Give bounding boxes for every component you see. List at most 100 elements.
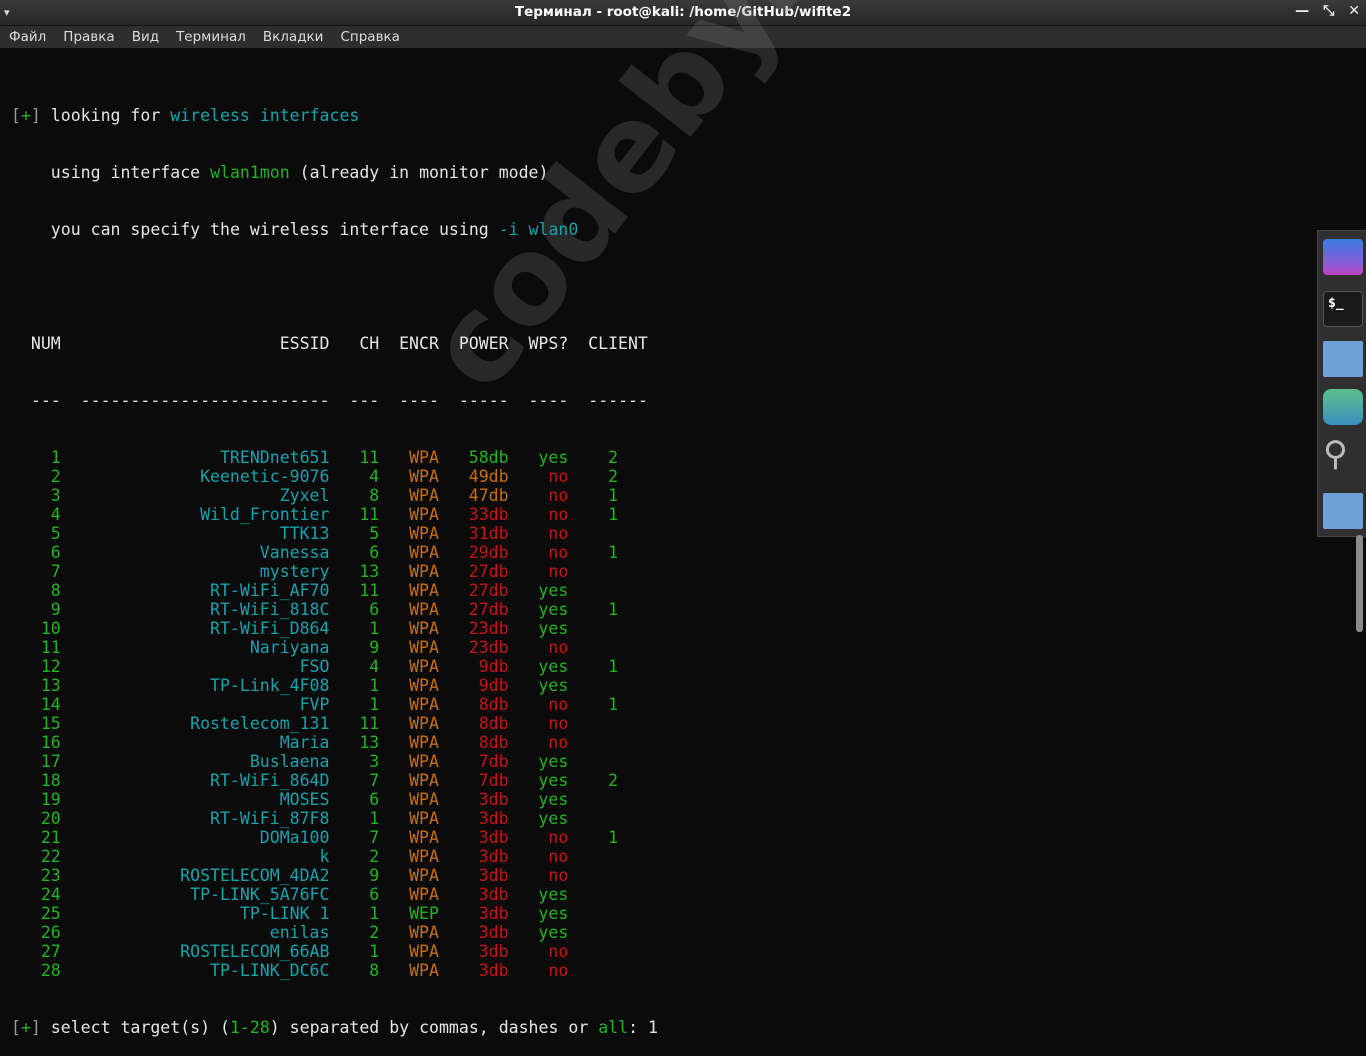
power: 23db [468, 638, 509, 657]
essid: RT-WiFi_D864 [210, 619, 330, 638]
row-num: 12 [40, 657, 61, 676]
channel: 11 [359, 581, 380, 600]
power: 7db [478, 771, 509, 790]
power: 29db [468, 543, 509, 562]
row-num: 14 [40, 695, 61, 714]
wps: no [548, 524, 569, 543]
encryption: WPA [409, 828, 439, 847]
power: 3db [478, 828, 509, 847]
row-num: 11 [40, 638, 61, 657]
client-count: 1 [608, 657, 619, 676]
output-line: you can specify the wireless interface u… [11, 220, 579, 239]
channel: 1 [369, 676, 380, 695]
power: 58db [468, 448, 509, 467]
encryption: WPA [409, 638, 439, 657]
table-row: 14 FVP 1 WPA 8db no 1 [11, 695, 658, 714]
encryption: WPA [409, 581, 439, 600]
client-count: 2 [608, 467, 619, 486]
folder-icon[interactable] [1323, 341, 1363, 377]
encryption: WPA [409, 790, 439, 809]
encryption: WPA [409, 809, 439, 828]
client-count: 2 [608, 448, 619, 467]
table-row: 19 MOSES 6 WPA 3db yes [11, 790, 658, 809]
table-row: 26 enilas 2 WPA 3db yes [11, 923, 658, 942]
essid: Keenetic-9076 [200, 467, 330, 486]
table-row: 12 FSO 4 WPA 9db yes 1 [11, 657, 658, 676]
table-row: 24 TP-LINK_5A76FC 6 WPA 3db yes [11, 885, 658, 904]
essid: enilas [269, 923, 330, 942]
channel: 9 [369, 866, 380, 885]
browser-compass-icon[interactable] [1323, 389, 1363, 425]
header-essid: ESSID [279, 334, 330, 353]
row-num: 9 [50, 600, 61, 619]
power: 8db [478, 714, 509, 733]
menu-tabs[interactable]: Вкладки [254, 26, 332, 48]
minimize-icon[interactable]: — [1295, 3, 1309, 19]
row-num: 22 [40, 847, 61, 866]
encryption: WPA [409, 961, 439, 980]
essid: ROSTELECOM_66AB [180, 942, 330, 961]
row-num: 21 [40, 828, 61, 847]
row-num: 15 [40, 714, 61, 733]
row-num: 13 [40, 676, 61, 695]
menu-terminal[interactable]: Терминал [167, 26, 254, 48]
encryption: WPA [409, 847, 439, 866]
header-client: CLIENT [588, 334, 648, 353]
client-count: 1 [608, 600, 619, 619]
channel: 6 [369, 543, 380, 562]
prompt-input[interactable]: 1 [648, 1018, 658, 1037]
channel: 5 [369, 524, 380, 543]
table-row: 17 Buslaena 3 WPA 7db yes [11, 752, 658, 771]
channel: 9 [369, 638, 380, 657]
encryption: WPA [409, 942, 439, 961]
encryption: WPA [409, 524, 439, 543]
row-num: 1 [50, 448, 61, 467]
power: 3db [478, 961, 509, 980]
row-num: 19 [40, 790, 61, 809]
terminal-icon[interactable]: $_ [1323, 291, 1363, 327]
menu-file[interactable]: Файл [0, 26, 54, 48]
wps: yes [538, 448, 569, 467]
scrollbar[interactable] [1356, 535, 1363, 632]
encryption: WPA [409, 676, 439, 695]
essid: Nariyana [249, 638, 330, 657]
essid: MOSES [279, 790, 330, 809]
wps: no [548, 486, 569, 505]
desktop-icon[interactable] [1323, 239, 1363, 275]
table-row: 13 TP-Link_4F08 1 WPA 9db yes [11, 676, 658, 695]
close-icon[interactable]: ✕ [1348, 3, 1360, 19]
wps: no [548, 961, 569, 980]
power: 3db [478, 866, 509, 885]
terminal-output[interactable]: [+] looking for wireless interfaces usin… [11, 68, 658, 1056]
power: 27db [468, 562, 509, 581]
power: 33db [468, 505, 509, 524]
client-count: 2 [608, 771, 619, 790]
channel: 4 [369, 467, 380, 486]
restore-icon[interactable]: ⤡ [1323, 3, 1334, 19]
menu-edit[interactable]: Правка [54, 26, 122, 48]
header-encr: ENCR [399, 334, 439, 353]
wps: no [548, 942, 569, 961]
essid: TRENDnet651 [219, 448, 330, 467]
folder-icon[interactable] [1323, 493, 1363, 529]
menu-view[interactable]: Вид [123, 26, 167, 48]
essid: TTK13 [279, 524, 330, 543]
essid: DOMa100 [259, 828, 330, 847]
row-num: 24 [40, 885, 61, 904]
wps: yes [538, 581, 569, 600]
power: 9db [478, 676, 509, 695]
encryption: WPA [409, 486, 439, 505]
menu-bar: Файл Правка Вид Терминал Вкладки Справка [0, 26, 1366, 48]
channel: 7 [369, 771, 380, 790]
channel: 11 [359, 714, 380, 733]
wps: yes [538, 676, 569, 695]
menu-help[interactable]: Справка [331, 26, 407, 48]
power: 27db [468, 581, 509, 600]
channel: 11 [359, 448, 380, 467]
power: 8db [478, 733, 509, 752]
encryption: WPA [409, 885, 439, 904]
wps: yes [538, 771, 569, 790]
essid: mystery [259, 562, 330, 581]
search-icon[interactable]: ⚲ [1323, 436, 1363, 472]
header-num: NUM [30, 334, 61, 353]
